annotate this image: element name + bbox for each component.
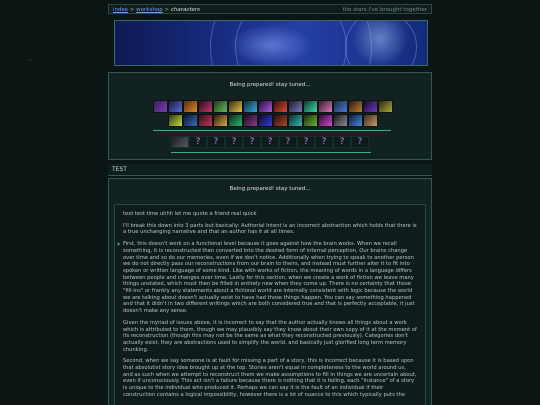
section-title: TEST xyxy=(112,166,127,173)
breadcrumb-current-page: characters xyxy=(170,7,201,13)
article-paragraph: I'll break this down into 3 parts but ba… xyxy=(123,222,417,236)
breadcrumb-separator: > xyxy=(129,7,135,13)
header-banner-image xyxy=(114,20,428,66)
preparing-notice: Being prepared! stay tuned... xyxy=(229,82,311,88)
roster-divider xyxy=(153,130,391,131)
breadcrumb-separator: > xyxy=(164,7,170,13)
character-portrait[interactable] xyxy=(333,100,348,113)
character-portrait[interactable] xyxy=(333,114,348,127)
character-portrait[interactable] xyxy=(303,114,318,127)
character-portrait[interactable] xyxy=(213,114,228,127)
unknown-character-slot[interactable]: ? xyxy=(225,136,243,148)
question-mark-icon: ? xyxy=(285,137,291,147)
site-tagline: the stars i've brought together xyxy=(342,7,427,13)
unknown-character-slot[interactable]: ? xyxy=(243,136,261,148)
roster-divider xyxy=(171,152,371,153)
question-mark-icon: ? xyxy=(303,137,309,147)
article-paragraph: Given the myriad of issues above, it is … xyxy=(123,319,417,353)
character-portrait[interactable] xyxy=(303,100,318,113)
question-mark-icon: ? xyxy=(213,137,219,147)
unknown-character-slot[interactable]: ? xyxy=(315,136,333,148)
character-row-2 xyxy=(168,114,378,127)
character-portrait[interactable] xyxy=(318,100,333,113)
character-portrait[interactable] xyxy=(213,100,228,113)
question-mark-icon: ? xyxy=(231,137,237,147)
question-mark-icon: ? xyxy=(357,137,363,147)
character-portrait[interactable] xyxy=(168,100,183,113)
character-row-3: ? ? ? ? ? ? ? ? ? ? xyxy=(171,136,369,148)
character-portrait[interactable] xyxy=(348,114,363,127)
character-portrait[interactable] xyxy=(168,114,183,127)
unknown-character-slot[interactable]: ? xyxy=(207,136,225,148)
question-mark-icon: ? xyxy=(267,137,273,147)
top-navigation-bar: index > workshop > characters the stars … xyxy=(108,4,432,14)
character-portrait[interactable] xyxy=(258,100,273,113)
question-mark-icon: ? xyxy=(249,137,255,147)
character-portrait[interactable] xyxy=(348,100,363,113)
article-paragraph: Second, when we say someone is at fault … xyxy=(123,358,417,398)
question-mark-icon: ? xyxy=(195,137,201,147)
breadcrumb-workshop-link[interactable]: workshop xyxy=(136,7,163,13)
unknown-character-slot[interactable]: ? xyxy=(261,136,279,148)
question-mark-icon: ? xyxy=(321,137,327,147)
character-portrait[interactable] xyxy=(198,100,213,113)
character-portrait[interactable] xyxy=(363,100,378,113)
question-mark-icon: ? xyxy=(339,137,345,147)
character-roster-panel: Being prepared! stay tuned... ? ? ? ? ? … xyxy=(108,72,432,160)
character-portrait[interactable] xyxy=(183,100,198,113)
character-portrait[interactable] xyxy=(171,136,189,148)
character-portrait[interactable] xyxy=(288,114,303,127)
article-paragraph: First, this doesn't work on a functional… xyxy=(117,241,417,315)
character-portrait[interactable] xyxy=(243,100,258,113)
article-body: text test time uhhh let me quote a frien… xyxy=(114,204,426,405)
unknown-character-slot[interactable]: ? xyxy=(297,136,315,148)
breadcrumb: index > workshop > characters xyxy=(113,5,200,13)
section-header: TEST xyxy=(108,164,432,176)
character-portrait[interactable] xyxy=(318,114,333,127)
character-portrait[interactable] xyxy=(153,100,168,113)
character-row-1 xyxy=(153,100,393,113)
character-portrait[interactable] xyxy=(273,100,288,113)
character-portrait[interactable] xyxy=(183,114,198,127)
character-portrait[interactable] xyxy=(198,114,213,127)
preparing-notice: Being prepared! stay tuned... xyxy=(229,186,311,192)
character-portrait[interactable] xyxy=(363,114,378,127)
character-portrait[interactable] xyxy=(378,100,393,113)
character-portrait[interactable] xyxy=(228,100,243,113)
unknown-character-slot[interactable]: ? xyxy=(279,136,297,148)
character-portrait[interactable] xyxy=(273,114,288,127)
unknown-character-slot[interactable]: ? xyxy=(189,136,207,148)
character-portrait[interactable] xyxy=(258,114,273,127)
character-portrait[interactable] xyxy=(288,100,303,113)
unknown-character-slot[interactable]: ? xyxy=(333,136,351,148)
article-paragraph: text test time uhhh let me quote a frien… xyxy=(123,211,257,217)
unknown-character-slot[interactable]: ? xyxy=(351,136,369,148)
character-portrait[interactable] xyxy=(228,114,243,127)
character-portrait[interactable] xyxy=(243,114,258,127)
breadcrumb-index-link[interactable]: index xyxy=(113,7,128,13)
